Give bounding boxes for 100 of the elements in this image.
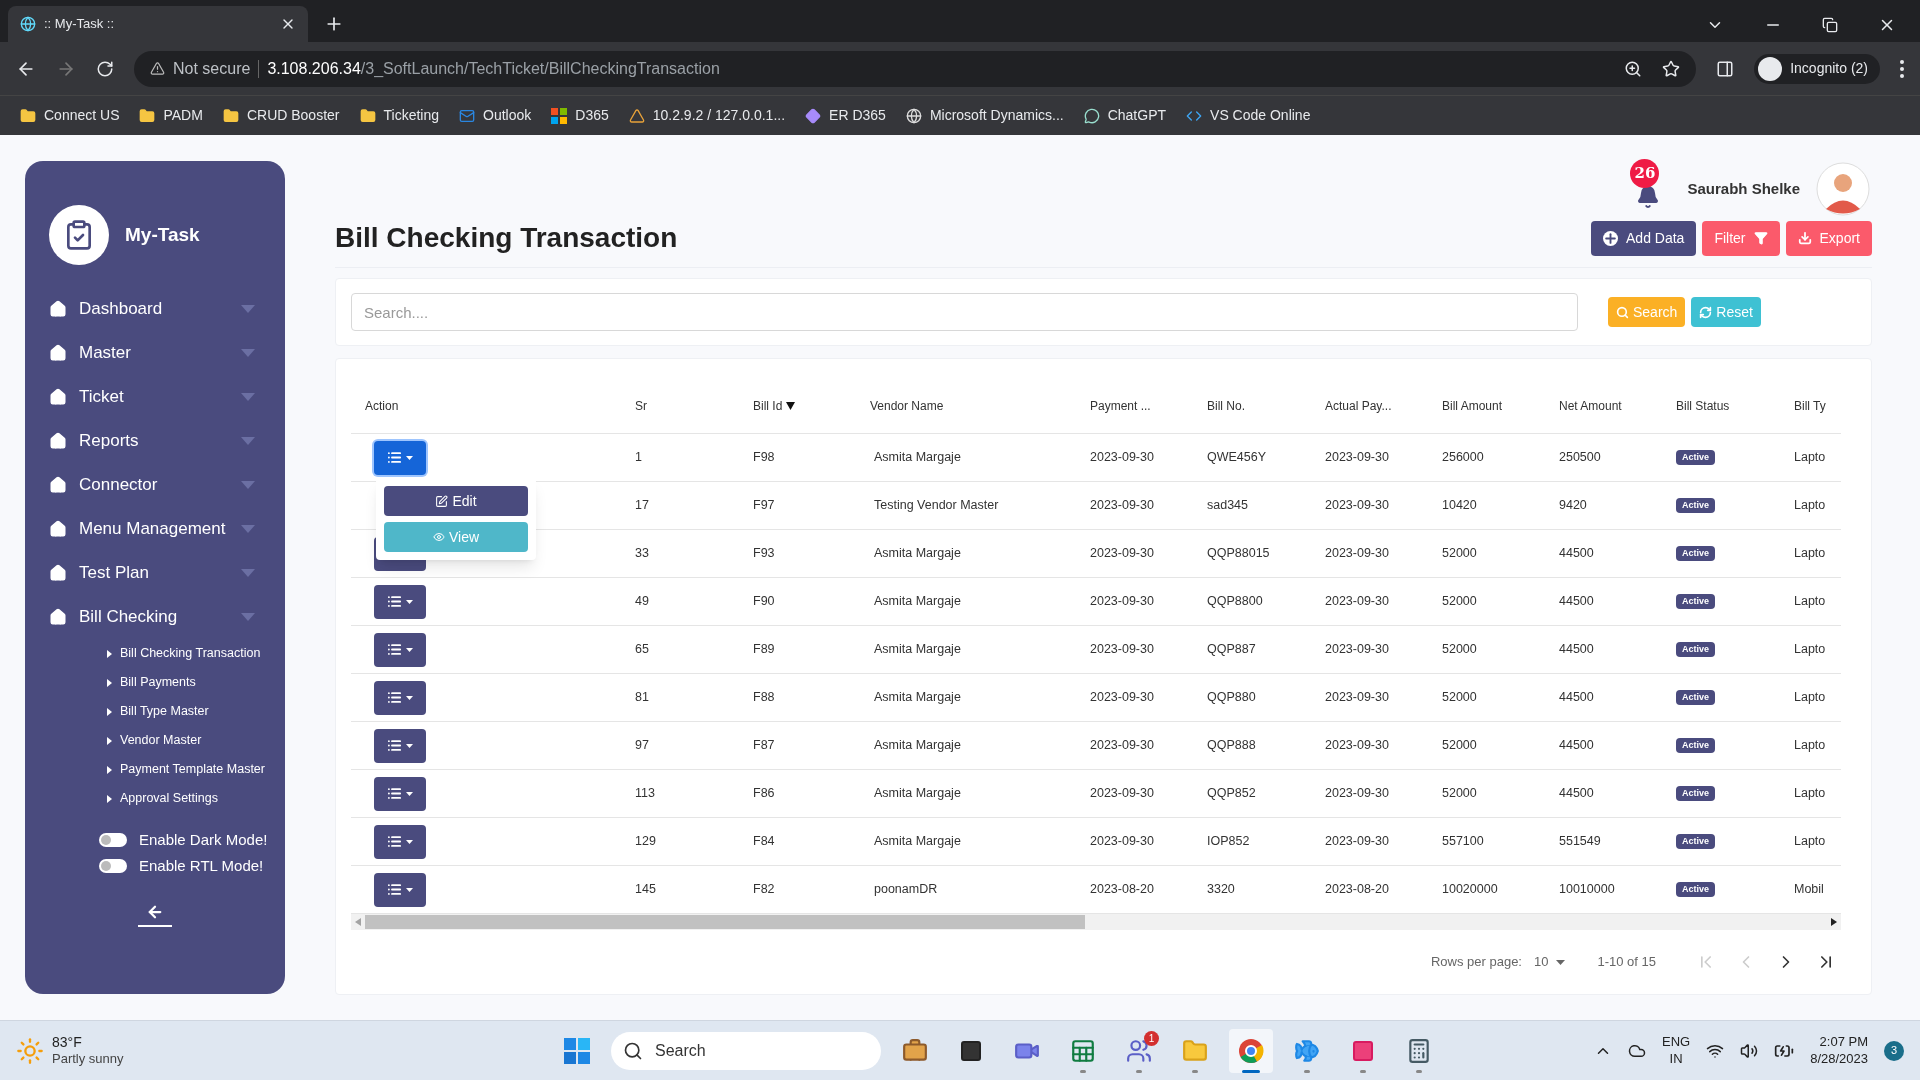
edit-button[interactable]: Edit (384, 486, 528, 516)
table-cell-text: Asmita Margaje (874, 449, 961, 467)
column-header[interactable]: Actual Pay... (1325, 397, 1392, 415)
column-header[interactable]: Bill Id (753, 397, 796, 415)
taskbar-app-button[interactable]: 1 (1117, 1028, 1161, 1073)
menu-icon[interactable] (1900, 59, 1904, 78)
table-cell-text: Lapto (1794, 689, 1826, 707)
rows-per-page-select[interactable]: 10 (1534, 952, 1566, 972)
table-cell-text: QQP888 (1207, 737, 1256, 755)
submenu-item[interactable]: Vendor Master (25, 726, 285, 755)
table-cell-text: 3320 (1207, 881, 1235, 899)
nav-item[interactable]: Master (25, 331, 285, 375)
table-cell-text: 2023-09-30 (1325, 593, 1389, 611)
table-cell-text: F84 (753, 833, 775, 851)
bookmark[interactable]: Connect US (20, 105, 120, 126)
submenu-item[interactable]: Bill Type Master (25, 697, 285, 726)
nav-item[interactable]: Connector (25, 463, 285, 507)
row-action-button[interactable] (374, 584, 426, 619)
bookmark[interactable]: Outlook (459, 105, 532, 126)
row-action-button[interactable] (374, 680, 426, 715)
bookmark[interactable]: PADM (139, 105, 203, 126)
language-label[interactable]: ENG (1662, 1034, 1691, 1051)
table-cell-text: 2023-09-30 (1090, 593, 1154, 611)
bookmark[interactable]: ER D365 (805, 105, 886, 126)
column-header[interactable]: Action (365, 397, 399, 415)
column-header[interactable]: Payment ... (1090, 397, 1151, 415)
nav-item[interactable]: Bill Checking (25, 595, 285, 639)
row-action-button[interactable] (374, 632, 426, 667)
table-cell-text: 52000 (1442, 785, 1477, 803)
horizontal-scrollbar[interactable] (351, 914, 1841, 930)
nav-item[interactable]: Reports (25, 419, 285, 463)
list-icon (387, 738, 402, 753)
table-cell-text: 52000 (1442, 641, 1477, 659)
submenu-item[interactable]: Bill Payments (25, 668, 285, 697)
bookmark[interactable]: D365 (551, 105, 609, 126)
nav-item[interactable]: Menu Management (25, 507, 285, 551)
submenu-item[interactable]: Approval Settings (25, 784, 285, 813)
table-cell-text: QQP880 (1207, 689, 1256, 707)
nav-item[interactable]: Ticket (25, 375, 285, 419)
bell-icon[interactable] (1636, 185, 1661, 209)
row-action-button[interactable] (374, 824, 426, 859)
bookmark[interactable]: Microsoft Dynamics... (905, 105, 1064, 126)
avatar[interactable] (1816, 162, 1870, 216)
table-cell-text: 551549 (1559, 833, 1601, 851)
column-header[interactable]: Net Amount (1559, 397, 1622, 415)
toggle-switch[interactable] (99, 833, 127, 847)
row-action-button[interactable] (374, 728, 426, 763)
diamond-icon (805, 107, 822, 124)
bookmark[interactable]: 10.2.9.2 / 127.0.0.1... (628, 105, 786, 126)
restore-icon[interactable] (1822, 17, 1838, 33)
star-icon[interactable] (1662, 59, 1681, 78)
bookmark[interactable]: VS Code Online (1186, 105, 1311, 126)
profile-chip[interactable]: Incognito (2) (1754, 53, 1880, 84)
column-header[interactable]: Bill Status (1676, 397, 1730, 415)
submenu-item[interactable]: Bill Checking Transaction (25, 639, 285, 668)
column-header[interactable]: Bill No. (1207, 397, 1245, 415)
calculator-icon (1406, 1037, 1432, 1064)
bookmark[interactable]: ChatGPT (1083, 105, 1167, 126)
row-action-button[interactable] (374, 776, 426, 811)
reload-icon[interactable] (96, 59, 114, 78)
clock-time[interactable]: 2:07 PM (1819, 1034, 1868, 1051)
submenu-item[interactable]: Payment Template Master (25, 755, 285, 784)
app-icon (1351, 1038, 1375, 1063)
toggle-switch[interactable] (99, 859, 127, 873)
row-action-button[interactable] (374, 872, 426, 907)
column-header[interactable]: Bill Amount (1442, 397, 1503, 415)
column-header[interactable]: Bill Ty (1794, 397, 1826, 415)
address-bar[interactable]: Not secure 3.108.206.34/3_SoftLaunch/TechTicket/BillCheckingTransaction (134, 50, 1697, 87)
scrollbar-thumb[interactable] (365, 915, 1085, 929)
search-field[interactable]: Search.... (351, 293, 1578, 331)
caret-icon (406, 743, 413, 748)
nav-item[interactable]: Test Plan (25, 551, 285, 595)
nav-item[interactable]: Dashboard (25, 287, 285, 331)
caret-icon (241, 481, 255, 489)
table-cell-text: 557100 (1442, 833, 1484, 851)
browser-tab[interactable]: :: My-Task :: (8, 6, 308, 42)
notification-count[interactable]: 3 (1884, 1040, 1904, 1061)
scroll-right-icon[interactable] (1831, 918, 1837, 926)
side-panel-icon[interactable] (1716, 59, 1735, 78)
filter-icon (1753, 231, 1768, 245)
zoom-icon[interactable] (1624, 59, 1643, 78)
table-cell-text: 10020000 (1442, 881, 1498, 899)
column-header[interactable]: Vendor Name (870, 397, 944, 415)
volume-icon[interactable] (1740, 1041, 1759, 1060)
table-cell-text: 44500 (1559, 545, 1594, 563)
table-cell-text: F98 (753, 449, 775, 467)
window-icon (959, 1038, 983, 1063)
table-cell-text: 2023-09-30 (1325, 545, 1389, 563)
action-button[interactable]: Add Data (1591, 220, 1697, 256)
bookmark[interactable]: Ticketing (359, 105, 439, 126)
clock-date[interactable]: 8/28/2023 (1810, 1050, 1868, 1067)
taskbar-search[interactable]: Search (611, 1031, 881, 1070)
incognito-icon (1758, 56, 1783, 81)
collapse-icon[interactable] (138, 903, 172, 927)
row-action-button[interactable] (374, 440, 426, 475)
bookmark[interactable]: CRUD Booster (222, 105, 340, 126)
column-header[interactable]: Sr (635, 397, 647, 415)
table-cell-text: 52000 (1442, 593, 1477, 611)
table-cell-text: 2023-09-30 (1090, 641, 1154, 659)
region-label[interactable]: IN (1669, 1050, 1683, 1067)
